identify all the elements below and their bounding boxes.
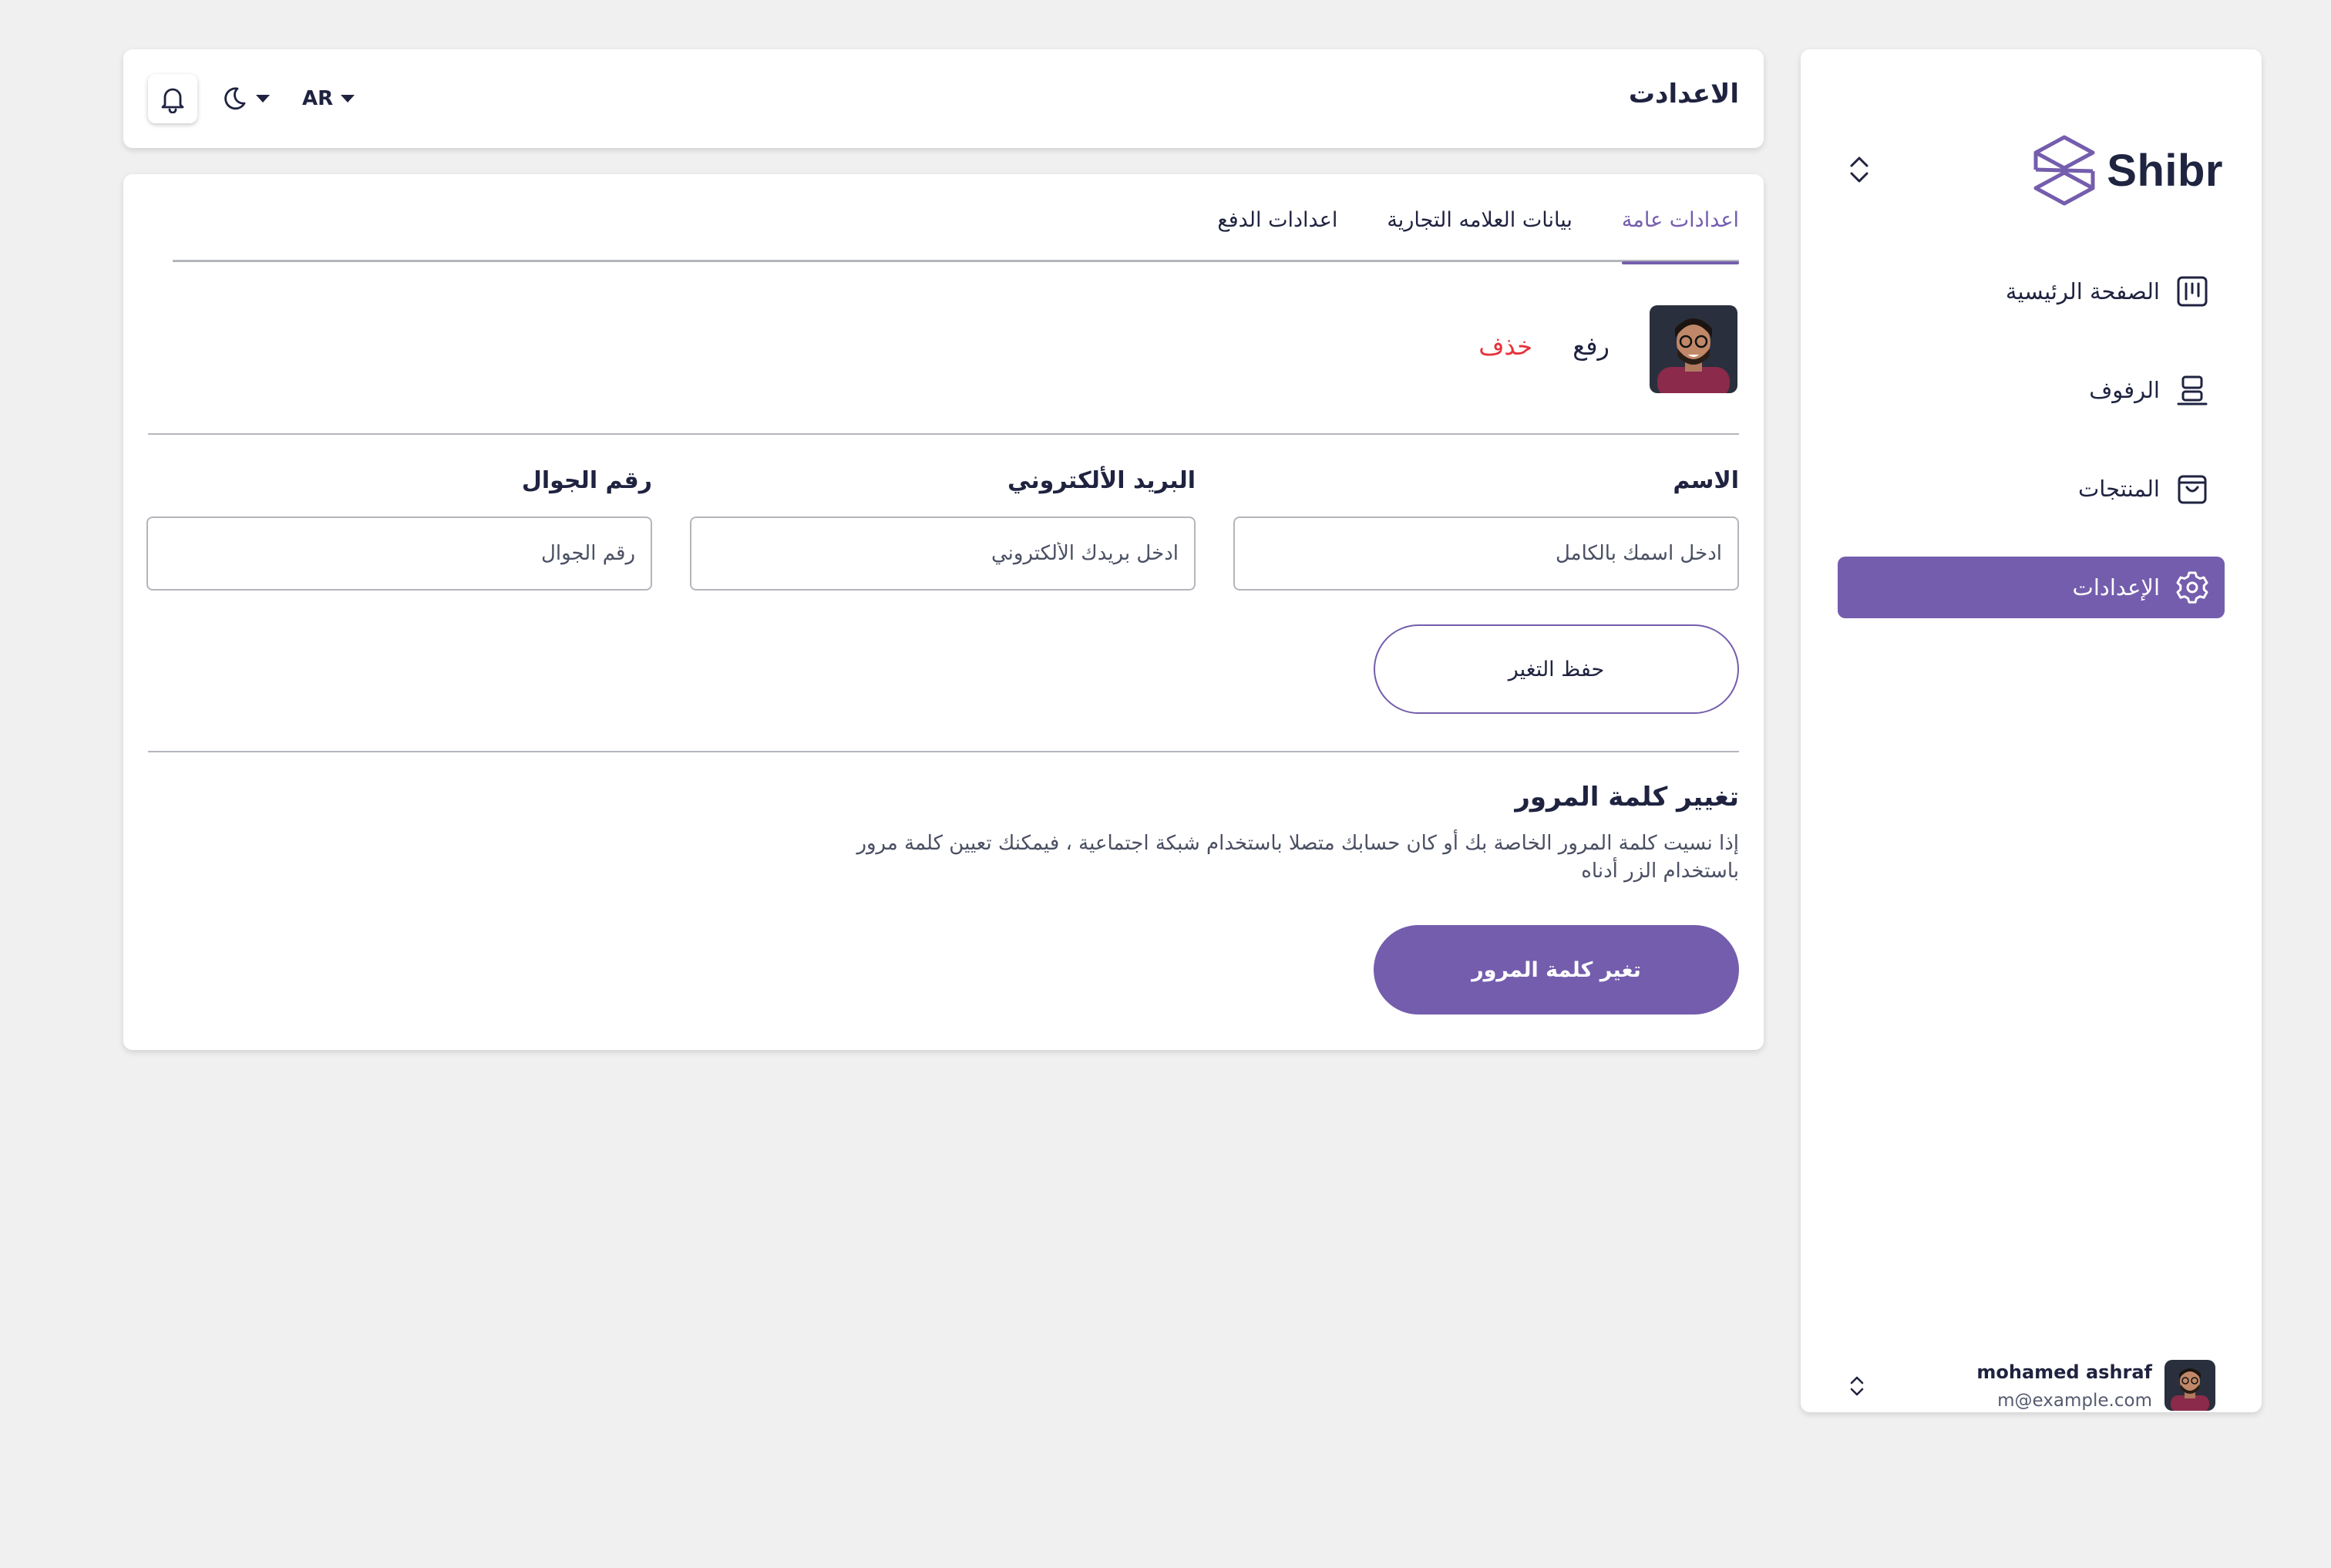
sidebar-item-products[interactable]: المنتجات bbox=[1838, 458, 2225, 520]
change-password-button[interactable]: تغير كلمة المرور bbox=[1374, 925, 1739, 1014]
change-password-description: إذا نسيت كلمة المرور الخاصة بك أو كان حس… bbox=[856, 832, 1739, 883]
phone-input[interactable] bbox=[146, 516, 652, 591]
sidebar-item-label: المنتجات bbox=[2077, 476, 2160, 502]
sidebar-item-home[interactable]: الصفحة الرئيسية bbox=[1838, 261, 2225, 322]
language-label: AR bbox=[302, 87, 334, 110]
email-input[interactable] bbox=[690, 516, 1196, 591]
shelf-icon bbox=[2174, 372, 2211, 409]
upload-photo-link[interactable]: رفع bbox=[1572, 331, 1610, 361]
brand-logo: Shibr bbox=[2031, 133, 2223, 208]
email-label: البريد الألكتروني bbox=[1007, 467, 1196, 494]
phone-field: رقم الجوال bbox=[146, 467, 652, 591]
shibr-logo-icon bbox=[2033, 135, 2095, 206]
sidebar: Shibr الصفحة الرئيسية الرفوف المنتجات ال… bbox=[1801, 49, 2262, 1412]
sidebar-item-shelves[interactable]: الرفوف bbox=[1838, 359, 2225, 421]
email-field: البريد الألكتروني bbox=[690, 467, 1196, 591]
tab-brand-data[interactable]: بيانات العلامه التجارية bbox=[1387, 208, 1572, 262]
profile-avatar bbox=[1650, 305, 1737, 393]
notifications-button[interactable] bbox=[148, 74, 197, 123]
name-field: الاسم bbox=[1233, 467, 1739, 591]
tab-payment-settings[interactable]: اعدادات الدفع bbox=[1217, 208, 1337, 262]
phone-label: رقم الجوال bbox=[521, 467, 652, 494]
profile-photo-row: رفع خذف bbox=[1275, 305, 1737, 395]
divider bbox=[148, 751, 1739, 752]
tab-general-settings[interactable]: اعدادات عامة bbox=[1621, 208, 1740, 264]
sidebar-item-settings[interactable]: الإعدادات bbox=[1838, 557, 2225, 618]
sidebar-item-label: الصفحة الرئيسية bbox=[2005, 278, 2160, 305]
name-input[interactable] bbox=[1233, 516, 1739, 591]
theme-toggle[interactable] bbox=[220, 83, 270, 114]
change-password-title: تغيير كلمة المرور bbox=[1515, 782, 1739, 813]
name-label: الاسم bbox=[1673, 467, 1739, 494]
user-name: mohamed ashraf bbox=[1976, 1361, 2152, 1383]
settings-tabs: اعدادات عامة بيانات العلامه التجارية اعد… bbox=[173, 208, 1740, 264]
dashboard-icon bbox=[2174, 273, 2211, 310]
delete-photo-link[interactable]: خذف bbox=[1478, 331, 1532, 361]
sidebar-nav: الصفحة الرئيسية الرفوف المنتجات الإعدادا… bbox=[1838, 261, 2225, 655]
user-profile[interactable]: mohamed ashraf m@example.com bbox=[1838, 1360, 2215, 1412]
language-select[interactable]: AR bbox=[302, 83, 355, 114]
sidebar-item-label: الرفوف bbox=[2089, 377, 2160, 403]
divider bbox=[148, 433, 1739, 435]
gear-icon bbox=[2174, 569, 2211, 606]
save-changes-button[interactable]: حفظ التغير bbox=[1374, 624, 1739, 714]
shopping-bag-icon bbox=[2174, 470, 2211, 507]
bell-icon bbox=[161, 88, 184, 113]
moon-icon bbox=[224, 87, 246, 110]
chevron-updown-icon bbox=[1850, 156, 1868, 183]
top-bar: الاعدادت AR bbox=[123, 49, 1764, 148]
settings-panel: اعدادات عامة بيانات العلامه التجارية اعد… bbox=[123, 174, 1764, 1050]
avatar bbox=[2164, 1360, 2215, 1411]
brand-name: Shibr bbox=[2107, 145, 2223, 196]
page-title: الاعدادت bbox=[1628, 79, 1739, 109]
caret-down-icon bbox=[256, 95, 270, 103]
chevron-updown-icon[interactable] bbox=[1845, 1371, 1868, 1401]
sidebar-item-label: الإعدادات bbox=[2072, 574, 2160, 601]
caret-down-icon bbox=[341, 95, 355, 103]
collapse-sidebar-button[interactable] bbox=[1845, 153, 1873, 187]
user-email: m@example.com bbox=[1997, 1391, 2152, 1411]
